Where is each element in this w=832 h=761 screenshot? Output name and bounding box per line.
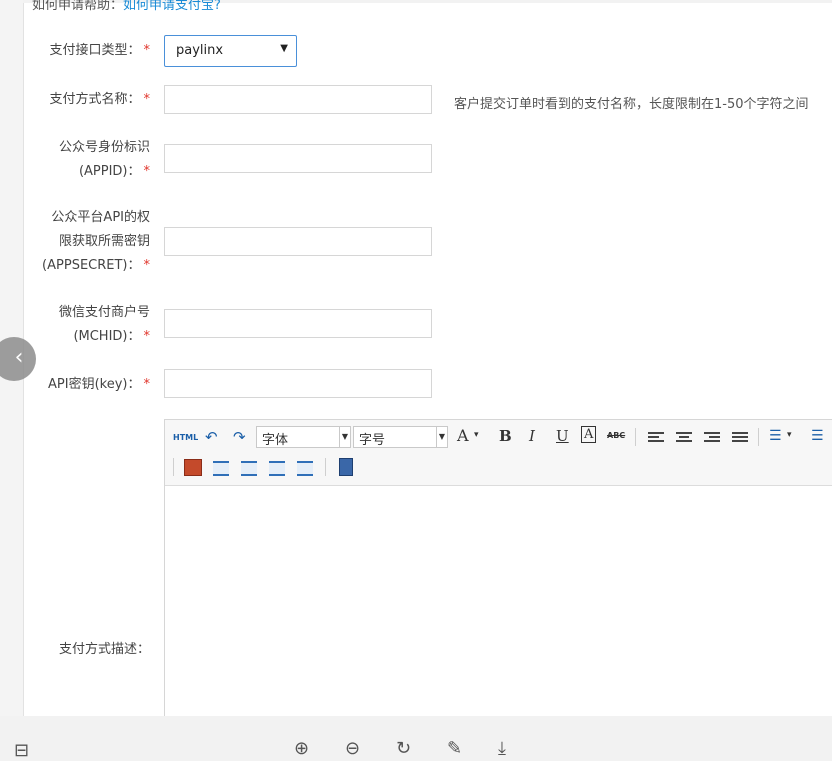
align-center-icon[interactable] xyxy=(676,432,692,444)
image-inline-icon[interactable] xyxy=(269,461,285,476)
appid-label: 公众号身份标识 (APPID)： * xyxy=(58,140,150,179)
layout-icon[interactable]: ⊟ xyxy=(14,740,29,761)
bold-button[interactable]: B xyxy=(499,427,512,445)
payment-type-select[interactable]: paylinx ▼ xyxy=(164,35,297,67)
insert-video-icon[interactable] xyxy=(339,458,353,476)
underline-button[interactable]: U xyxy=(556,427,569,445)
mchid-input[interactable] xyxy=(164,309,432,338)
font-color-dropdown-icon[interactable]: ▾ xyxy=(474,430,479,440)
toolbar-separator xyxy=(635,428,636,446)
html-source-button[interactable]: HTML xyxy=(173,433,198,442)
rich-text-editor[interactable]: HTML ↶ ↷ 字体 ▼ 字号 ▼ A ▾ B I U A ABC ☰ ▾ ☰ xyxy=(164,419,832,719)
toolbar-separator xyxy=(173,458,174,476)
italic-button[interactable]: I xyxy=(529,427,535,445)
pencil-icon[interactable]: ✎ xyxy=(447,738,462,759)
align-right-icon[interactable] xyxy=(704,432,720,444)
viewer-toolbar: ⊟ ⊕ ⊖ ↻ ✎ ⤓ xyxy=(0,716,832,761)
image-float-right-icon[interactable] xyxy=(241,461,257,476)
editor-toolbar: HTML ↶ ↷ 字体 ▼ 字号 ▼ A ▾ B I U A ABC ☰ ▾ ☰ xyxy=(165,420,832,486)
mchid-label: 微信支付商户号 (MCHID)： * xyxy=(58,305,150,344)
help-prefix: 如何申请帮助： xyxy=(32,0,124,13)
align-left-icon[interactable] xyxy=(648,432,664,444)
appsecret-input[interactable] xyxy=(164,227,432,256)
align-justify-icon[interactable] xyxy=(732,432,748,444)
apikey-input[interactable] xyxy=(164,369,432,398)
payment-name-input[interactable] xyxy=(164,85,432,114)
payment-type-label: 支付接口类型： * xyxy=(49,43,151,58)
description-label: 支付方式描述： xyxy=(58,642,150,657)
toolbar-separator xyxy=(758,428,759,446)
help-link[interactable]: 如何申请支付宝? xyxy=(123,0,221,13)
payment-name-hint: 客户提交订单时看到的支付名称，长度限制在1-50个字符之间 xyxy=(454,97,809,112)
dropdown-arrow-icon: ▼ xyxy=(436,427,447,447)
required-mark: * xyxy=(143,92,151,107)
border-text-button[interactable]: A xyxy=(581,426,597,443)
payment-name-label: 支付方式名称： * xyxy=(49,92,151,107)
font-color-button[interactable]: A xyxy=(457,426,469,445)
unordered-list-icon[interactable]: ☰ xyxy=(811,428,824,444)
font-size-select[interactable]: 字号 ▼ xyxy=(353,426,448,448)
insert-image-icon[interactable] xyxy=(184,459,202,476)
rotate-icon[interactable]: ↻ xyxy=(396,738,411,759)
toolbar-separator xyxy=(325,458,326,476)
apikey-label: API密钥(key)： * xyxy=(48,377,150,392)
image-center-icon[interactable] xyxy=(297,461,313,476)
list-dropdown-icon[interactable]: ▾ xyxy=(787,430,792,440)
payment-type-value: paylinx xyxy=(176,43,224,58)
ordered-list-icon[interactable]: ☰ xyxy=(769,428,782,444)
download-icon[interactable]: ⤓ xyxy=(498,738,506,759)
appid-input[interactable] xyxy=(164,144,432,173)
appsecret-label: 公众平台API的权 限获取所需密钥 (APPSECRET)： * xyxy=(42,210,150,273)
redo-icon[interactable]: ↷ xyxy=(233,428,246,446)
image-float-left-icon[interactable] xyxy=(213,461,229,476)
zoom-out-icon[interactable]: ⊖ xyxy=(345,738,360,759)
font-family-select[interactable]: 字体 ▼ xyxy=(256,426,351,448)
strikethrough-button[interactable]: ABC xyxy=(607,431,625,440)
required-mark: * xyxy=(143,43,151,58)
help-line: 如何申请帮助：如何申请支付宝? xyxy=(32,0,221,13)
undo-icon[interactable]: ↶ xyxy=(205,428,218,446)
dropdown-arrow-icon: ▼ xyxy=(280,43,288,54)
zoom-in-icon[interactable]: ⊕ xyxy=(294,738,309,759)
dropdown-arrow-icon: ▼ xyxy=(339,427,350,447)
